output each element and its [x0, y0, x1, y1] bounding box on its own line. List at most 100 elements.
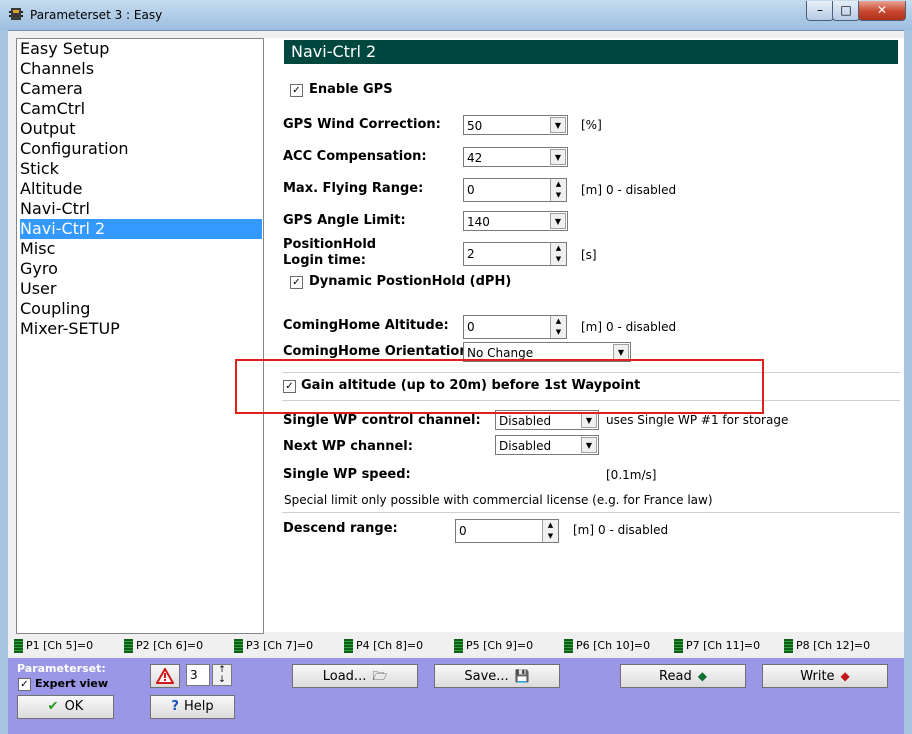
coming-home-orientation-label: ComingHome Orientation:	[283, 344, 474, 359]
single-wp-channel-value: Disabled	[499, 414, 552, 428]
warning-icon	[155, 666, 175, 684]
gps-angle-limit-value: 140	[467, 215, 490, 229]
parameterset-number-field[interactable]: 3	[186, 664, 210, 686]
spin-down-icon[interactable]: ▼	[550, 190, 566, 201]
license-note: Special limit only possible with commerc…	[284, 493, 713, 507]
warning-button[interactable]	[150, 664, 180, 688]
read-button[interactable]: Read ◆	[620, 664, 746, 688]
max-flying-range-spinner[interactable]: 0 ▲ ▼	[463, 178, 567, 202]
dynamic-poshold-checkbox[interactable]: ✓	[290, 276, 303, 289]
gps-wind-correction-value: 50	[467, 119, 483, 133]
enable-gps-checkbox[interactable]: ✓	[290, 84, 303, 97]
settings-nav-list[interactable]: Easy Setup Channels Camera CamCtrl Outpu…	[16, 38, 264, 634]
chevron-down-icon[interactable]: ▼	[581, 412, 597, 428]
spin-down-icon[interactable]: ▼	[550, 254, 566, 265]
next-wp-channel-value: Disabled	[499, 439, 552, 453]
nav-item-gyro[interactable]: Gyro	[20, 259, 262, 279]
max-flying-range-unit: [m]	[581, 183, 603, 197]
gps-wind-correction-select[interactable]: 50 ▼	[463, 115, 568, 135]
nav-item-easy-setup[interactable]: Easy Setup	[20, 39, 262, 59]
channel-indicator: P6 [Ch 10]=0	[564, 634, 650, 658]
minimize-button[interactable]: –	[806, 1, 834, 21]
spin-down-icon[interactable]: ▼	[542, 531, 558, 542]
next-wp-channel-label: Next WP channel:	[283, 439, 413, 454]
gps-angle-limit-select[interactable]: 140 ▼	[463, 211, 568, 231]
window-title: Parameterset 3 : Easy	[30, 8, 163, 22]
nav-item-navi-ctrl[interactable]: Navi-Ctrl	[20, 199, 262, 219]
nav-item-user[interactable]: User	[20, 279, 262, 299]
descend-range-unit: [m]	[573, 523, 595, 537]
channel-indicator: P1 [Ch 5]=0	[14, 634, 93, 658]
ok-button[interactable]: ✔ OK	[17, 695, 114, 719]
window-frame-right	[904, 30, 912, 734]
max-flying-range-label: Max. Flying Range:	[283, 181, 424, 196]
window-frame-left	[0, 30, 8, 734]
close-button[interactable]: ✕	[858, 1, 906, 21]
folder-icon: 🗁	[372, 669, 388, 683]
channel-status-bar: P1 [Ch 5]=0 P2 [Ch 6]=0 P3 [Ch 7]=0 P4 […	[8, 634, 904, 658]
channel-indicator: P8 [Ch 12]=0	[784, 634, 870, 658]
channel-indicator: P5 [Ch 9]=0	[454, 634, 533, 658]
gps-wind-correction-unit: [%]	[581, 118, 602, 132]
maximize-button[interactable]: □	[832, 1, 860, 21]
chevron-down-icon[interactable]: ▼	[550, 213, 566, 229]
coming-home-altitude-note: 0 - disabled	[606, 320, 677, 334]
enable-gps-label: Enable GPS	[309, 82, 393, 97]
nav-item-camctrl[interactable]: CamCtrl	[20, 99, 262, 119]
nav-item-altitude[interactable]: Altitude	[20, 179, 262, 199]
nav-item-mixer-setup[interactable]: Mixer-SETUP	[20, 319, 262, 339]
nav-item-configuration[interactable]: Configuration	[20, 139, 262, 159]
expert-view-checkbox[interactable]: ✓	[18, 678, 31, 691]
channel-level-icon	[564, 639, 573, 653]
channel-indicator: P3 [Ch 7]=0	[234, 634, 313, 658]
section-header: Navi-Ctrl 2	[284, 40, 898, 64]
single-wp-channel-note: uses Single WP #1 for storage	[606, 413, 789, 427]
max-flying-range-value: 0	[467, 183, 475, 197]
descend-range-value: 0	[459, 524, 467, 538]
nav-item-stick[interactable]: Stick	[20, 159, 262, 179]
nav-item-misc[interactable]: Misc	[20, 239, 262, 259]
descend-range-spinner[interactable]: 0 ▲ ▼	[455, 519, 559, 543]
chevron-down-icon[interactable]: ▼	[550, 117, 566, 133]
highlight-annotation-box	[235, 359, 764, 414]
expert-view-label: Expert view	[35, 677, 109, 690]
save-button[interactable]: Save... 💾	[434, 664, 560, 688]
write-button[interactable]: Write ◆	[762, 664, 888, 688]
channel-level-icon	[454, 639, 463, 653]
floppy-disk-icon: 💾	[514, 669, 530, 683]
acc-compensation-select[interactable]: 42 ▼	[463, 147, 568, 167]
section-title: Navi-Ctrl 2	[291, 42, 377, 61]
spin-down-icon[interactable]: ▼	[550, 327, 566, 338]
nav-item-camera[interactable]: Camera	[20, 79, 262, 99]
help-button[interactable]: ? Help	[150, 695, 235, 719]
coming-home-altitude-spinner[interactable]: 0 ▲ ▼	[463, 315, 567, 339]
gps-angle-limit-label: GPS Angle Limit:	[283, 213, 406, 228]
poshold-login-label-line1: PositionHold	[283, 237, 377, 252]
descend-range-note: 0 - disabled	[598, 523, 669, 537]
separator	[282, 512, 900, 513]
channel-level-icon	[674, 639, 683, 653]
write-device-icon: ◆	[840, 669, 850, 683]
load-button[interactable]: Load... 🗁	[292, 664, 418, 688]
acc-compensation-value: 42	[467, 151, 483, 165]
nav-item-output[interactable]: Output	[20, 119, 262, 139]
channel-level-icon	[234, 639, 243, 653]
coming-home-altitude-label: ComingHome Altitude:	[283, 318, 449, 333]
chevron-down-icon[interactable]: ▼	[550, 149, 566, 165]
chevron-down-icon[interactable]: ▼	[613, 344, 629, 360]
channel-level-icon	[344, 639, 353, 653]
sort-updown-icon[interactable]: ↑ ↓	[212, 664, 232, 686]
nav-item-coupling[interactable]: Coupling	[20, 299, 262, 319]
nav-item-navi-ctrl-2[interactable]: Navi-Ctrl 2	[20, 219, 262, 239]
poshold-login-spinner[interactable]: 2 ▲ ▼	[463, 242, 567, 266]
next-wp-channel-select[interactable]: Disabled ▼	[495, 435, 599, 455]
checkmark-icon: ✔	[47, 699, 59, 714]
question-icon: ?	[171, 699, 179, 714]
chevron-down-icon[interactable]: ▼	[581, 437, 597, 453]
dynamic-poshold-label: Dynamic PostionHold (dPH)	[309, 274, 512, 289]
channel-level-icon	[784, 639, 793, 653]
channel-indicator: P4 [Ch 8]=0	[344, 634, 423, 658]
nav-item-channels[interactable]: Channels	[20, 59, 262, 79]
acc-compensation-label: ACC Compensation:	[283, 149, 427, 164]
single-wp-speed-unit: [0.1m/s]	[606, 468, 657, 482]
